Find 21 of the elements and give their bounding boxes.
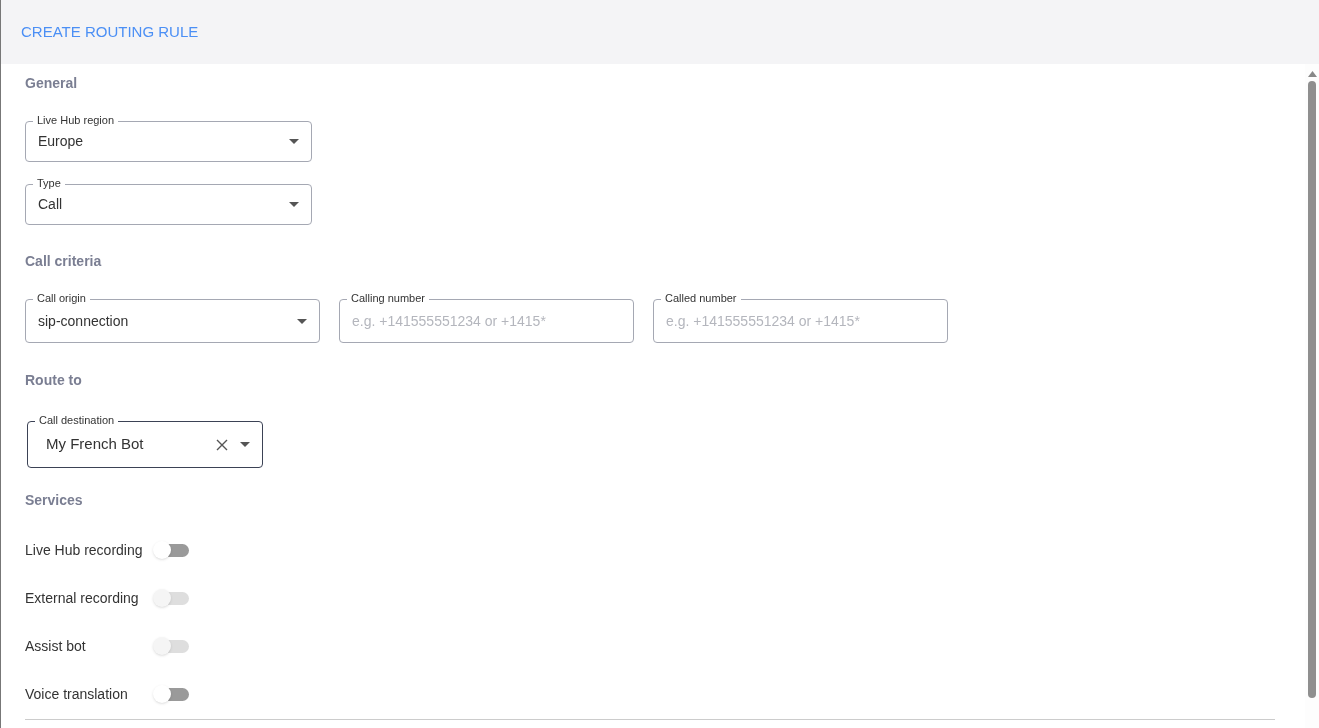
- section-heading: Call criteria: [25, 252, 103, 271]
- select-value: My French Bot: [45, 434, 145, 455]
- number-input[interactable]: e.g. +141555551234 or +1415*: [666, 310, 935, 332]
- toggle-label: Assist bot: [25, 636, 87, 656]
- section-heading: General: [25, 74, 79, 93]
- field-label: Live Hub region: [33, 114, 119, 127]
- section-heading: Services: [25, 491, 84, 510]
- select-value: Europe: [38, 132, 85, 151]
- toggle-label: Voice translation: [25, 684, 129, 704]
- toggle-label: External recording: [25, 588, 140, 608]
- select-value: sip-connection: [38, 311, 130, 331]
- toggle-label: Live Hub recording: [25, 540, 144, 560]
- field-label: Call origin: [33, 292, 90, 305]
- field-label: Called number: [661, 292, 741, 305]
- dialog-title: CREATE ROUTING RULE: [21, 21, 199, 42]
- number-input[interactable]: e.g. +141555551234 or +1415*: [352, 310, 621, 332]
- field-label: Call destination: [35, 414, 119, 427]
- field-label: Calling number: [347, 292, 429, 305]
- field-label: Type: [33, 177, 65, 190]
- select-value: Call: [38, 195, 64, 214]
- section-heading: Route to: [25, 371, 83, 390]
